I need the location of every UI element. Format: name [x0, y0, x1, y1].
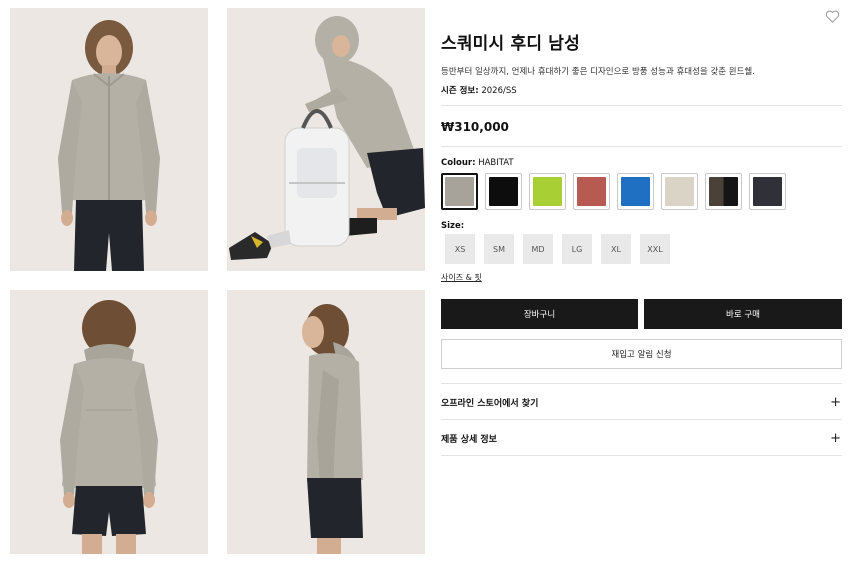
size-option-md[interactable]: MD	[523, 234, 553, 264]
plus-icon: +	[830, 394, 841, 410]
size-option-xxl[interactable]: XXL	[640, 234, 670, 264]
product-photo-back[interactable]	[10, 290, 208, 554]
colour-label: Colour: HABITAT	[441, 158, 514, 168]
size-option-sm[interactable]: SM	[484, 234, 514, 264]
product-description: 등반부터 일상까지, 언제나 휴대하기 좋은 디자인으로 방풍 성능과 휴대성을…	[441, 67, 755, 77]
add-to-cart-button[interactable]: 장바구니	[441, 299, 638, 329]
size-and-fit-link[interactable]: 사이즈 & 핏	[441, 272, 482, 283]
restock-alert-button[interactable]: 재입고 알림 신청	[441, 339, 842, 369]
front-model-illustration	[10, 8, 208, 271]
colour-chip	[489, 177, 518, 206]
accordion-product-details[interactable]: 제품 상세 정보 +	[441, 420, 842, 456]
accordion-find-in-store[interactable]: 오프라인 스토어에서 찾기 +	[441, 384, 842, 420]
product-photo-packing[interactable]	[227, 8, 425, 271]
product-photo-front[interactable]	[10, 8, 208, 271]
colour-chip	[665, 177, 694, 206]
colour-chip	[753, 177, 782, 206]
colour-swatch[interactable]	[749, 173, 786, 210]
accordion-label: 제품 상세 정보	[441, 434, 497, 445]
colour-chip	[533, 177, 562, 206]
back-model-illustration	[10, 290, 208, 554]
size-option-xl[interactable]: XL	[601, 234, 631, 264]
colour-swatch[interactable]	[617, 173, 654, 210]
colour-label-text: Colour:	[441, 158, 476, 168]
product-price: ₩310,000	[441, 120, 509, 134]
accordion-label: 오프라인 스토어에서 찾기	[441, 398, 539, 409]
size-option-xs[interactable]: XS	[445, 234, 475, 264]
colour-chip	[621, 177, 650, 206]
size-option-lg[interactable]: LG	[562, 234, 592, 264]
colour-swatch[interactable]	[485, 173, 522, 210]
buy-now-button[interactable]: 바로 구매	[644, 299, 842, 329]
colour-swatch[interactable]	[661, 173, 698, 210]
colour-swatch[interactable]	[705, 173, 742, 210]
divider	[441, 455, 842, 456]
season-info: 시즌 정보: 2026/SS	[441, 84, 517, 96]
colour-swatch[interactable]	[441, 173, 478, 210]
colour-swatch[interactable]	[529, 173, 566, 210]
product-photo-side[interactable]	[227, 290, 425, 554]
plus-icon: +	[830, 430, 841, 446]
packing-model-illustration	[227, 8, 425, 271]
season-value: 2026/SS	[481, 86, 517, 96]
wishlist-heart-icon[interactable]	[825, 9, 840, 24]
colour-chip	[445, 177, 474, 206]
divider	[441, 146, 842, 147]
product-title: 스쿼미시 후디 남성	[441, 34, 580, 54]
size-label: Size:	[441, 221, 465, 231]
product-info-panel: 스쿼미시 후디 남성 등반부터 일상까지, 언제나 휴대하기 좋은 디자인으로 …	[441, 0, 842, 567]
colour-chip	[709, 177, 738, 206]
season-label: 시즌 정보:	[441, 86, 479, 96]
colour-chip	[577, 177, 606, 206]
divider	[441, 105, 842, 106]
colour-swatch[interactable]	[573, 173, 610, 210]
side-model-illustration	[227, 290, 425, 554]
selected-colour-name: HABITAT	[478, 158, 514, 168]
